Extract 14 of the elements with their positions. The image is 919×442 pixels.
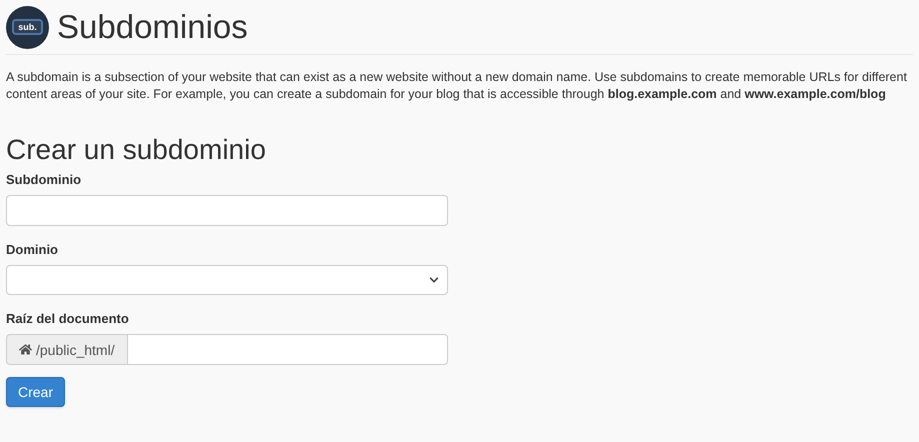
create-button[interactable]: Crear: [6, 377, 66, 407]
subdomain-field[interactable]: [6, 195, 448, 226]
field-label: Dominio: [6, 241, 59, 259]
description-text: A subdomain is a subsection of your website that can exist as a new website without a new domain name. Use subdomains to create memorable URLs for different content areas of your site. For example, you can create a subdomain for your blog that is accessible through blog.example.com and www.example.com/blog: [6, 69, 908, 103]
domain-select[interactable]: [6, 265, 448, 295]
field-label: Subdominio: [6, 171, 82, 189]
page-title: Subdominios: [57, 7, 248, 47]
prefix-text: /public_html/: [36, 340, 115, 360]
logo-icon: sub.: [6, 6, 49, 48]
chevron-down-icon: [429, 275, 439, 285]
home-icon: [19, 343, 32, 356]
document-root-field[interactable]: [128, 334, 448, 365]
field-label: Raíz del documento: [6, 310, 130, 328]
section-title: Crear un subdominio: [6, 133, 267, 167]
